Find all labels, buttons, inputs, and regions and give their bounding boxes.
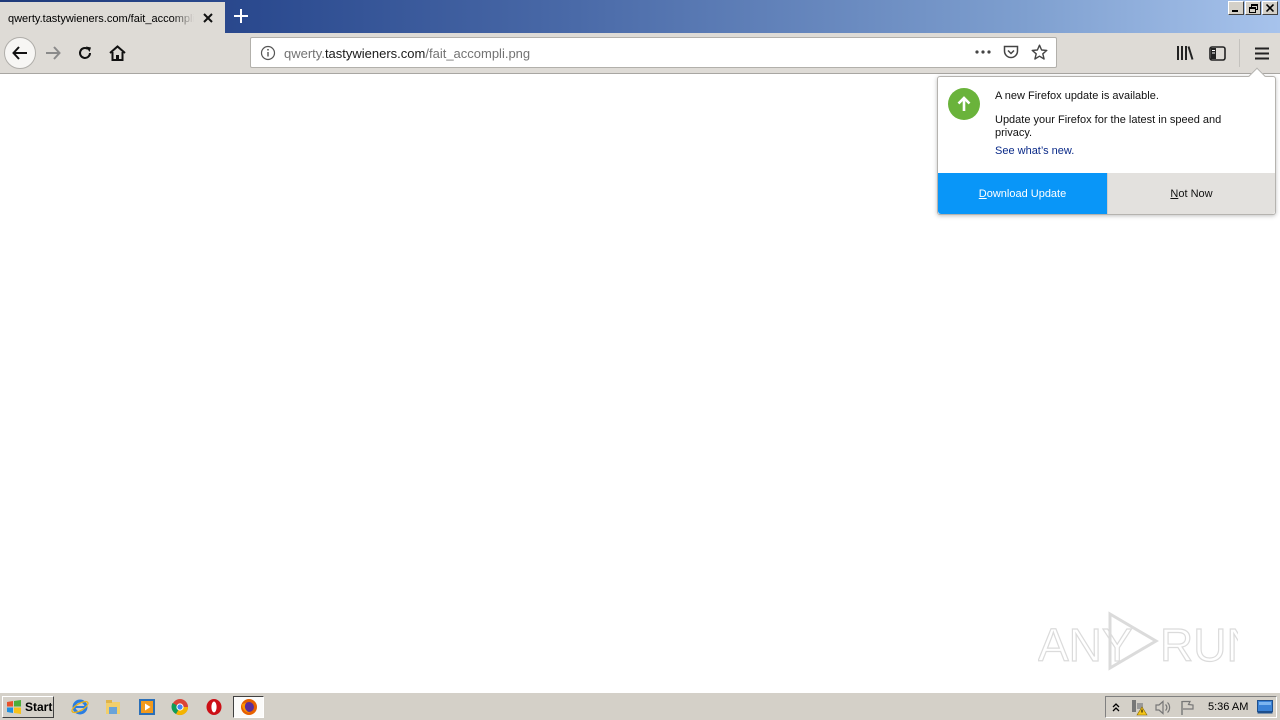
popup-description: Update your Firefox for the latest in sp…: [995, 114, 1222, 139]
action-center-flag-icon[interactable]: [1180, 700, 1196, 715]
pocket-button[interactable]: [1002, 43, 1020, 61]
bookmark-star-button[interactable]: [1030, 43, 1048, 61]
file-explorer-icon[interactable]: [104, 698, 122, 716]
see-whats-new-link[interactable]: See what’s new.: [995, 145, 1074, 157]
more-dots-icon: [975, 50, 991, 54]
update-icon: [948, 88, 980, 120]
library-icon: [1177, 46, 1194, 60]
minimize-button[interactable]: [1228, 1, 1244, 15]
site-info-icon[interactable]: [260, 45, 276, 61]
minimize-icon: [1232, 10, 1238, 12]
start-label: Start: [25, 700, 53, 714]
app-menu-button[interactable]: [1246, 37, 1278, 69]
windows-logo-icon: [7, 700, 21, 714]
accesskey-d: D: [978, 187, 987, 200]
home-button[interactable]: [101, 37, 133, 69]
media-player-icon[interactable]: [138, 698, 156, 716]
not-now-label: ot Now: [1178, 187, 1213, 200]
browser-tab[interactable]: qwerty.tastywieners.com/fait_accompli.pn…: [0, 2, 225, 33]
back-arrow-icon: [12, 46, 27, 60]
tab-title: qwerty.tastywieners.com/fait_accompli.pn…: [8, 12, 194, 25]
star-icon: [1031, 44, 1047, 60]
network-warning-icon[interactable]: [1130, 699, 1148, 716]
restore-button[interactable]: [1245, 1, 1261, 15]
url-prefix: qwerty.: [284, 46, 325, 61]
start-button[interactable]: Start: [2, 696, 54, 718]
system-tray: 5:36 AM: [1105, 696, 1277, 718]
close-icon: [1266, 4, 1274, 12]
page-actions-button[interactable]: [974, 43, 992, 61]
pocket-icon: [1003, 45, 1019, 58]
taskbar-firefox-active[interactable]: [233, 696, 264, 718]
close-window-button[interactable]: [1262, 1, 1278, 15]
forward-button[interactable]: [37, 37, 69, 69]
chrome-icon[interactable]: [171, 698, 189, 716]
internet-explorer-icon[interactable]: [71, 698, 89, 716]
download-update-label: ownload Update: [986, 187, 1067, 200]
toolbar-divider: [1239, 39, 1240, 67]
opera-icon[interactable]: [205, 698, 223, 716]
library-button[interactable]: [1169, 37, 1201, 69]
sidebar-icon: [1208, 45, 1226, 61]
taskbar: Start 5:36 AM: [0, 692, 1280, 720]
back-button[interactable]: [4, 37, 36, 69]
hamburger-menu-icon: [1255, 47, 1269, 59]
url-bar[interactable]: qwerty.tastywieners.com/fait_accompli.pn…: [250, 37, 1057, 68]
sidebar-button[interactable]: [1201, 37, 1233, 69]
watermark-right-text: RUN: [1160, 619, 1238, 671]
url-path: /fait_accompli.png: [425, 46, 531, 61]
firefox-icon: [241, 699, 257, 715]
restore-icon: [1248, 3, 1258, 13]
reload-icon: [79, 46, 91, 59]
tab-close-icon[interactable]: [201, 11, 215, 25]
anyrun-watermark: ANY RUN: [1038, 611, 1238, 672]
not-now-button[interactable]: Not Now: [1107, 173, 1275, 214]
title-bar: qwerty.tastywieners.com/fait_accompli.pn…: [0, 0, 1280, 33]
window-controls: [1228, 1, 1278, 15]
home-icon: [108, 45, 126, 61]
popup-title: A new Firefox update is available.: [995, 90, 1159, 102]
forward-arrow-icon: [46, 46, 61, 60]
clock[interactable]: 5:36 AM: [1208, 701, 1248, 713]
accesskey-n: N: [1170, 187, 1179, 200]
update-notification-popup: A new Firefox update is available. Updat…: [937, 67, 1276, 215]
url-text[interactable]: qwerty.tastywieners.com/fait_accompli.pn…: [284, 46, 530, 61]
download-update-button[interactable]: Download Update: [938, 173, 1107, 214]
reload-button[interactable]: [69, 37, 101, 69]
show-desktop-icon[interactable]: [1257, 700, 1273, 714]
new-tab-icon[interactable]: [230, 5, 252, 27]
show-hidden-icons-chevron-icon[interactable]: [1112, 702, 1120, 712]
volume-icon[interactable]: [1155, 700, 1172, 715]
navigation-toolbar: qwerty.tastywieners.com/fait_accompli.pn…: [0, 33, 1280, 74]
url-domain: tastywieners.com: [324, 46, 426, 61]
